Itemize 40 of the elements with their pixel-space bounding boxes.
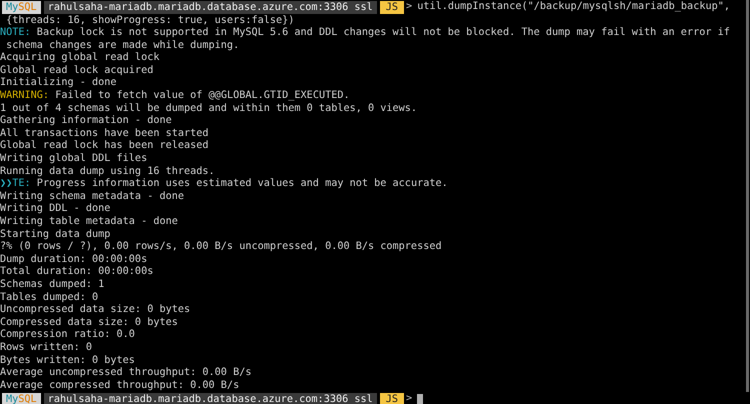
output-line: Schemas dumped: 1 — [0, 278, 104, 292]
output-line: Average uncompressed throughput: 0.00 B/s — [0, 367, 252, 380]
output-line: {threads: 16, showProgress: true, users:false}) — [5, 14, 294, 27]
output-line: Writing DDL - done — [0, 203, 110, 216]
language-badge: JS — [380, 0, 404, 14]
scrollbar[interactable] — [746, 0, 749, 392]
output-line: Acquiring global read lock — [0, 52, 160, 65]
output-line: Writing table metadata - done — [0, 216, 178, 229]
output-line: Running data dump using 16 threads. — [0, 166, 215, 178]
output-line: NOTE: Backup lock is not supported in MySQL 5.6 and DDL changes will not be blocked. The dump may fail with an error if — [0, 27, 730, 40]
output-line: Global read lock has been released — [0, 140, 209, 153]
language-badge: JS — [380, 393, 404, 404]
output-line: Global read lock acquired — [0, 64, 154, 77]
output-line: Compression ratio: 0.0 — [0, 329, 135, 342]
output-line: WARNING: Failed to fetch value of @@GLOBAL.GTID_EXECUTED. — [0, 90, 350, 103]
output-line: Total duration: 00:00:00s — [0, 266, 154, 279]
mode-badge: MySQL — [2, 393, 41, 404]
output-line: Dump duration: 00:00:00s — [0, 254, 148, 266]
output-line: Starting data dump — [0, 228, 110, 241]
output-line: Average compressed throughput: 0.00 B/s — [0, 380, 240, 392]
output-line: Rows written: 0 — [0, 342, 92, 355]
output-line: Uncompressed data size: 0 bytes — [0, 304, 190, 317]
mode-badge: MySQL — [2, 0, 41, 14]
output-line: schema changes are made while dumping. — [5, 40, 240, 52]
prompt-arrow: > — [406, 393, 412, 404]
output-line: 1 out of 4 schemas will be dumped and within them 0 tables, 0 views. — [0, 102, 418, 115]
output-line: Compressed data size: 0 bytes — [0, 316, 178, 329]
command-text: util.dumpInstance("/backup/mysqlsh/mariadb_backup", — [417, 0, 730, 14]
output-line: Initializing - done — [0, 77, 117, 90]
output-line: Writing schema metadata - done — [0, 190, 184, 203]
host-label: rahulsaha-mariadb.mariadb.database.azure.com:3306 ssl — [44, 393, 377, 404]
output-line: Gathering information - done — [0, 115, 172, 128]
output-line: Bytes written: 0 bytes — [0, 354, 135, 367]
output-line: All transactions have been started — [0, 128, 209, 140]
prompt-arrow: > — [406, 0, 412, 14]
output-line: ❯❯TE: Progress information uses estimated values and may not be accurate. — [0, 178, 448, 191]
host-label: rahulsaha-mariadb.mariadb.database.azure.com:3306 ssl — [44, 0, 377, 14]
output-line: Writing global DDL files — [0, 153, 148, 166]
output-line: Tables dumped: 0 — [0, 292, 98, 304]
output-line: ?% (0 rows / ?), 0.00 rows/s, 0.00 B/s uncompressed, 0.00 B/s compressed — [0, 241, 442, 254]
